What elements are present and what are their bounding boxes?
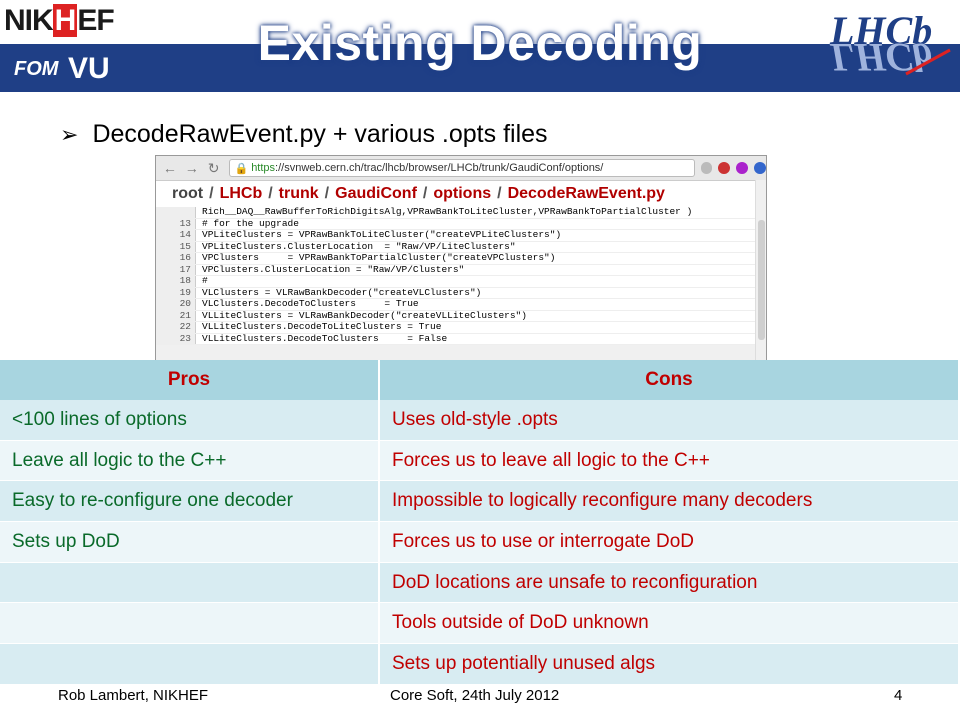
code-line: 18 # xyxy=(156,275,766,288)
reload-icon[interactable]: ↻ xyxy=(206,160,222,177)
line-number: 23 xyxy=(156,333,196,344)
con-cell: Impossible to logically reconfigure many… xyxy=(379,480,960,523)
table-header-row: Pros Cons xyxy=(0,360,960,400)
table-row: Sets up DoD Forces us to use or interroga… xyxy=(0,521,960,563)
con-cell: Tools outside of DoD unknown xyxy=(379,602,960,645)
table-row: Sets up potentially unused algs xyxy=(0,643,960,685)
pros-header: Pros xyxy=(0,360,380,400)
cons-header: Cons xyxy=(379,360,960,400)
lock-icon: 🔒 xyxy=(234,162,249,175)
pro-cell: Sets up DoD xyxy=(0,521,380,563)
code-line: 23 VLLiteClusters.DecodeToClusters = Fals… xyxy=(156,332,766,345)
table-row: DoD locations are unsafe to reconfigurat… xyxy=(0,562,960,604)
line-content: VLClusters.DecodeToClusters = True xyxy=(202,298,419,309)
line-content: VPLiteClusters = VPRawBankToLiteCluster(… xyxy=(202,229,562,240)
line-content: VPLiteClusters.ClusterLocation = "Raw/VP… xyxy=(202,240,516,252)
pro-cell xyxy=(0,602,380,645)
code-line: 20 VLClusters.DecodeToClusters = True xyxy=(156,298,766,311)
footer-event: Core Soft, 24th July 2012 xyxy=(390,687,560,704)
code-line: 14 VPLiteClusters = VPRawBankToLiteCluste… xyxy=(156,229,766,242)
line-number: 20 xyxy=(156,298,196,310)
code-line: 17 VPClusters.ClusterLocation = "Raw/VP/C… xyxy=(156,263,766,276)
breadcrumb-root[interactable]: root xyxy=(172,185,203,203)
line-number: 19 xyxy=(156,287,196,298)
scrollbar[interactable] xyxy=(755,180,766,361)
con-cell: DoD locations are unsafe to reconfigurat… xyxy=(379,562,960,604)
extension-icon[interactable] xyxy=(754,162,766,174)
forward-arrow-icon[interactable]: → xyxy=(184,160,200,176)
page-number: 4 xyxy=(894,687,903,704)
pro-cell xyxy=(0,643,380,685)
line-content: VPClusters = VPRawBankToPartialCluster("… xyxy=(202,252,556,263)
line-content: VLClusters = VLRawBankDecoder("createVLC… xyxy=(202,286,482,298)
con-cell: Sets up potentially unused algs xyxy=(379,643,960,685)
line-number: 14 xyxy=(156,229,196,241)
table-row: <100 lines of options Uses old-style .opt… xyxy=(0,400,960,441)
scroll-thumb[interactable] xyxy=(758,220,765,340)
footer-author: Rob Lambert, NIKHEF xyxy=(58,687,209,704)
address-bar[interactable]: 🔒 https://svnweb.cern.ch/trac/lhcb/brows… xyxy=(229,159,695,177)
pro-cell xyxy=(0,562,380,604)
back-arrow-icon[interactable]: ← xyxy=(162,160,178,176)
line-number xyxy=(156,207,196,218)
breadcrumb: root / LHCb / trunk / GaudiConf / option… xyxy=(156,181,766,207)
arrow-bullet-icon: ➢ xyxy=(60,121,79,147)
breadcrumb-gaudiconf[interactable]: GaudiConf xyxy=(335,185,417,203)
breadcrumb-lhcb[interactable]: LHCb xyxy=(220,185,263,203)
table-row: Easy to re-configure one decoder Impossib… xyxy=(0,480,960,523)
line-content: # for the upgrade xyxy=(202,217,299,229)
slide-title: Existing Decoding xyxy=(257,15,703,71)
line-number: 15 xyxy=(156,241,196,252)
line-number: 17 xyxy=(156,264,196,275)
extension-icon[interactable] xyxy=(736,162,749,174)
line-content: # xyxy=(202,275,208,286)
line-number: 16 xyxy=(156,252,196,264)
bullet-text: DecodeRawEvent.py + various .opts files xyxy=(92,120,548,148)
line-content: VLLiteClusters.DecodeToClusters = False xyxy=(202,332,448,344)
code-line: 22 VLLiteClusters.DecodeToLiteClusters = … xyxy=(156,321,766,334)
line-number: 22 xyxy=(156,321,196,333)
breadcrumb-options[interactable]: options xyxy=(433,185,491,203)
line-number: 21 xyxy=(156,310,196,321)
breadcrumb-file: DecodeRawEvent.py xyxy=(507,185,665,202)
extension-icon[interactable] xyxy=(718,162,731,174)
main-bullet: ➢ DecodeRawEvent.py + various .opts file… xyxy=(60,120,548,149)
line-number: 13 xyxy=(156,218,196,229)
browser-screenshot: ← → ↻ 🔒 https://svnweb.cern.ch/trac/lhcb… xyxy=(155,155,767,362)
code-line: Rich__DAQ__RawBufferToRichDigitsAlg,VPRa… xyxy=(156,206,766,219)
con-cell: Forces us to leave all logic to the C++ xyxy=(379,440,960,482)
table-row: Leave all logic to the C++ Forces us to l… xyxy=(0,440,960,482)
table-row: Tools outside of DoD unknown xyxy=(0,602,960,645)
pro-cell: <100 lines of options xyxy=(0,400,380,441)
breadcrumb-trunk[interactable]: trunk xyxy=(279,185,319,203)
line-content: VPClusters.ClusterLocation = "Raw/VP/Clu… xyxy=(202,263,465,275)
code-line: 16 VPClusters = VPRawBankToPartialCluster… xyxy=(156,252,766,265)
slide-header: NIKHEF FOM VU LHCb LHCb Existing Decodin… xyxy=(0,0,960,92)
con-cell: Uses old-style .opts xyxy=(379,400,960,441)
line-content: VLLiteClusters.DecodeToLiteClusters = Tr… xyxy=(202,321,442,332)
line-number: 18 xyxy=(156,275,196,287)
pro-cell: Easy to re-configure one decoder xyxy=(0,480,380,523)
browser-toolbar: ← → ↻ 🔒 https://svnweb.cern.ch/trac/lhcb… xyxy=(156,156,766,181)
line-content: VLLiteClusters = VLRawBankDecoder("creat… xyxy=(202,309,527,321)
pro-cell: Leave all logic to the C++ xyxy=(0,440,380,482)
line-content: Rich__DAQ__RawBufferToRichDigitsAlg,VPRa… xyxy=(202,206,693,217)
con-cell: Forces us to use or interrogate DoD xyxy=(379,521,960,563)
code-listing: Rich__DAQ__RawBufferToRichDigitsAlg,VPRa… xyxy=(156,206,766,345)
star-icon[interactable] xyxy=(700,162,713,174)
pros-cons-table: Pros Cons <100 lines of options Uses old-… xyxy=(0,360,960,685)
